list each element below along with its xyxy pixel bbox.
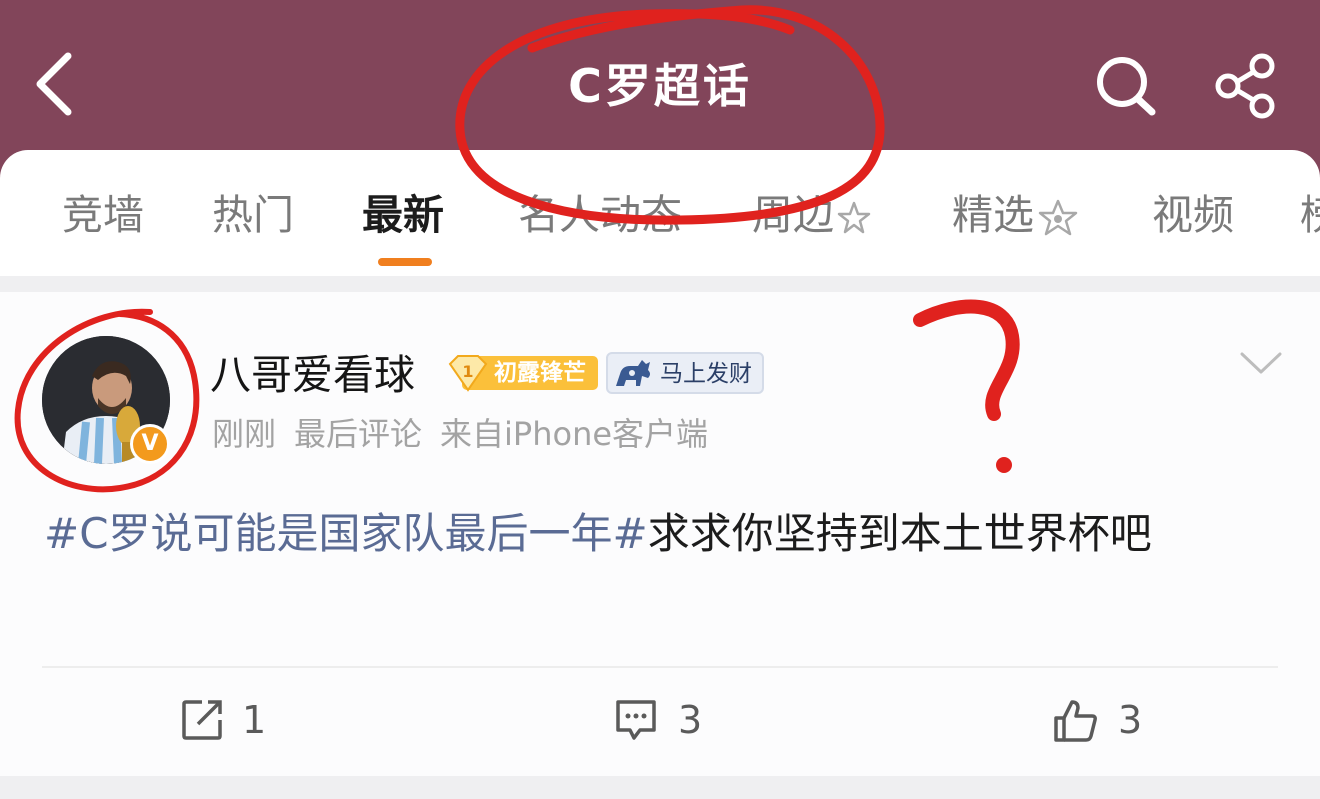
- tab-6[interactable]: 视频: [1152, 188, 1234, 242]
- share-button[interactable]: [1210, 52, 1282, 120]
- post-time: 刚刚: [212, 415, 277, 453]
- level-badge-label: 初露锋芒: [494, 360, 586, 386]
- share-icon: [1215, 53, 1275, 119]
- post-card[interactable]: V 八哥爱看球 1 初露锋芒 马上发财 刚刚 最后评论 来自iPhone客户端 #C…: [0, 292, 1320, 776]
- author-name[interactable]: 八哥爱看球: [210, 348, 415, 402]
- post-content: #C罗说可能是国家队最后一年#求求你坚持到本土世界杯吧: [44, 498, 1284, 570]
- post-body-text: 求求你坚持到本土世界杯吧: [647, 509, 1152, 558]
- post-source: 来自iPhone客户端: [440, 415, 709, 453]
- tab-4-label: 周边: [752, 191, 834, 239]
- tab-3[interactable]: 名人动态: [518, 188, 682, 242]
- repost-icon: [182, 700, 222, 740]
- divider: [42, 666, 1278, 668]
- tab-4[interactable]: 周边: [752, 188, 872, 242]
- more-options-button[interactable]: [1238, 348, 1284, 378]
- search-icon: [1097, 57, 1156, 116]
- like-count: 3: [1118, 698, 1143, 742]
- like-button[interactable]: 3: [1052, 694, 1152, 746]
- tab-7[interactable]: 榜: [1300, 188, 1320, 242]
- tab-5[interactable]: 精选: [952, 188, 1080, 242]
- level-badge[interactable]: 1 初露锋芒: [446, 354, 598, 392]
- search-button[interactable]: [1092, 54, 1162, 118]
- repost-count: 1: [242, 698, 267, 742]
- tab-1[interactable]: 热门: [212, 188, 294, 242]
- verified-badge: V: [130, 424, 170, 464]
- comment-button[interactable]: 3: [614, 694, 714, 746]
- tab-5-label: 精选: [952, 191, 1034, 239]
- active-tab-indicator: [378, 258, 432, 266]
- thumbs-up-icon: [1054, 700, 1097, 742]
- repost-button[interactable]: 1: [180, 694, 280, 746]
- diamond-level-icon: 1: [448, 355, 488, 392]
- horse-badge-label: 马上发财: [660, 361, 752, 387]
- comment-icon: [616, 700, 656, 740]
- tab-0[interactable]: 竞墙: [62, 188, 144, 242]
- chevron-down-icon: [1240, 352, 1282, 374]
- horse-icon: [616, 360, 650, 386]
- level-number: 1: [462, 362, 473, 381]
- post-hashtag[interactable]: #C罗说可能是国家队最后一年#: [44, 509, 648, 558]
- tab-bar: 竞墙 热门 最新 名人动态 周边 精选 视频 榜: [0, 150, 1320, 276]
- horse-badge[interactable]: 马上发财: [606, 352, 764, 394]
- last-comment-label: 最后评论: [294, 415, 423, 453]
- star-icon: [837, 201, 871, 234]
- post-meta: 刚刚 最后评论 来自iPhone客户端: [212, 412, 726, 456]
- comment-count: 3: [678, 698, 703, 742]
- tab-2-active[interactable]: 最新: [362, 188, 444, 242]
- sparkle-star-icon: [1038, 199, 1078, 236]
